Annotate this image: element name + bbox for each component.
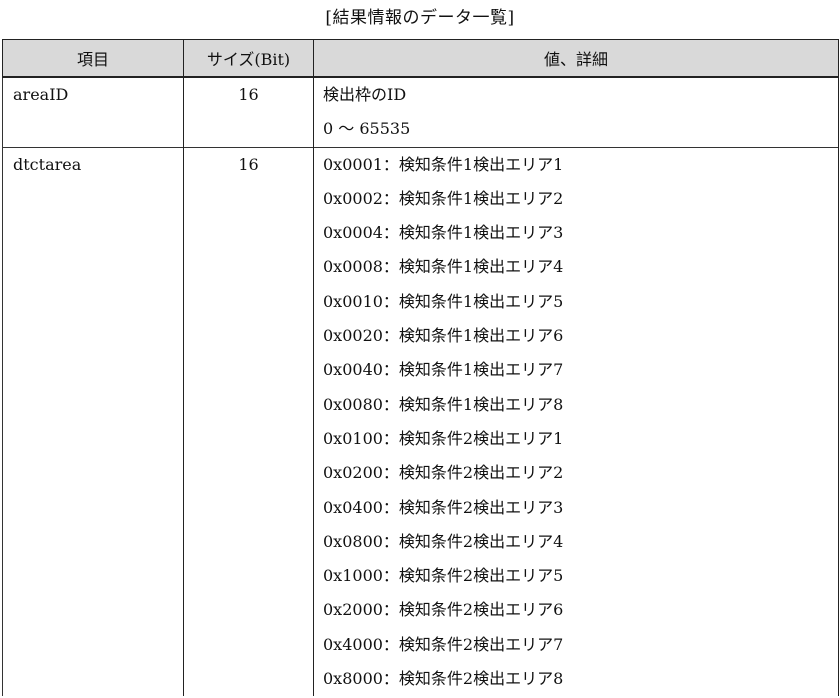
row-name: dtctarea bbox=[13, 154, 82, 174]
row-size-cell: 16 bbox=[183, 146, 314, 697]
row-size: 16 bbox=[238, 85, 259, 104]
table-header-row: 項目 サイズ(Bit) 値、詳細 bbox=[2, 39, 839, 78]
detail-line: 0x0400：検知条件2検出エリア3 bbox=[323, 497, 564, 517]
header-size: サイズ(Bit) bbox=[183, 39, 314, 78]
header-item: 項目 bbox=[2, 39, 184, 78]
detail-line: 0x0200：検知条件2検出エリア2 bbox=[323, 463, 564, 483]
detail-line: 0x2000：検知条件2検出エリア6 bbox=[323, 600, 564, 620]
detail-line: 0x0002：検知条件1検出エリア2 bbox=[323, 188, 564, 208]
table-body: areaID 16 検出枠のID 0 〜 65535 dtctarea 16 0… bbox=[2, 76, 839, 697]
row-detail-cell: 0x0001：検知条件1検出エリア1 0x0002：検知条件1検出エリア2 0x… bbox=[313, 146, 839, 697]
header-detail: 値、詳細 bbox=[313, 39, 839, 78]
detail-line: 0x1000：検知条件2検出エリア5 bbox=[323, 566, 564, 586]
row-name: areaID bbox=[13, 85, 69, 104]
row-size: 16 bbox=[238, 154, 259, 174]
detail-line: 0x0001：検知条件1検出エリア1 bbox=[323, 154, 564, 174]
row-detail-cell: 検出枠のID 0 〜 65535 bbox=[313, 76, 839, 148]
detail-line: 0x8000：検知条件2検出エリア8 bbox=[323, 669, 564, 689]
detail-line: 0x0010：検知条件1検出エリア5 bbox=[323, 291, 564, 311]
result-info-table: 項目 サイズ(Bit) 値、詳細 areaID 16 検出枠のID 0 〜 65… bbox=[2, 39, 839, 697]
detail-line: 0x0040：検知条件1検出エリア7 bbox=[323, 360, 564, 380]
detail-line: 0x4000：検知条件2検出エリア7 bbox=[323, 634, 564, 654]
detail-line: 0x0800：検知条件2検出エリア4 bbox=[323, 531, 564, 551]
detail-line: 0x0080：検知条件1検出エリア8 bbox=[323, 394, 564, 414]
table-caption: [結果情報のデータ一覧] bbox=[325, 8, 515, 28]
row-name-cell: areaID bbox=[2, 76, 184, 148]
detail-line: 0x0100：検知条件2検出エリア1 bbox=[323, 428, 564, 448]
table-row-dtctarea: dtctarea 16 0x0001：検知条件1検出エリア1 0x0002：検知… bbox=[2, 146, 839, 697]
table-row-areaid: areaID 16 検出枠のID 0 〜 65535 bbox=[2, 76, 839, 148]
detail-line: 検出枠のID bbox=[323, 85, 407, 104]
detail-line: 0x0020：検知条件1検出エリア6 bbox=[323, 326, 564, 346]
detail-line: 0x0004：検知条件1検出エリア3 bbox=[323, 223, 564, 243]
detail-line: 0 〜 65535 bbox=[323, 119, 411, 139]
row-size-cell: 16 bbox=[183, 76, 314, 148]
detail-line: 0x0008：検知条件1検出エリア4 bbox=[323, 257, 564, 277]
row-name-cell: dtctarea bbox=[2, 146, 184, 697]
